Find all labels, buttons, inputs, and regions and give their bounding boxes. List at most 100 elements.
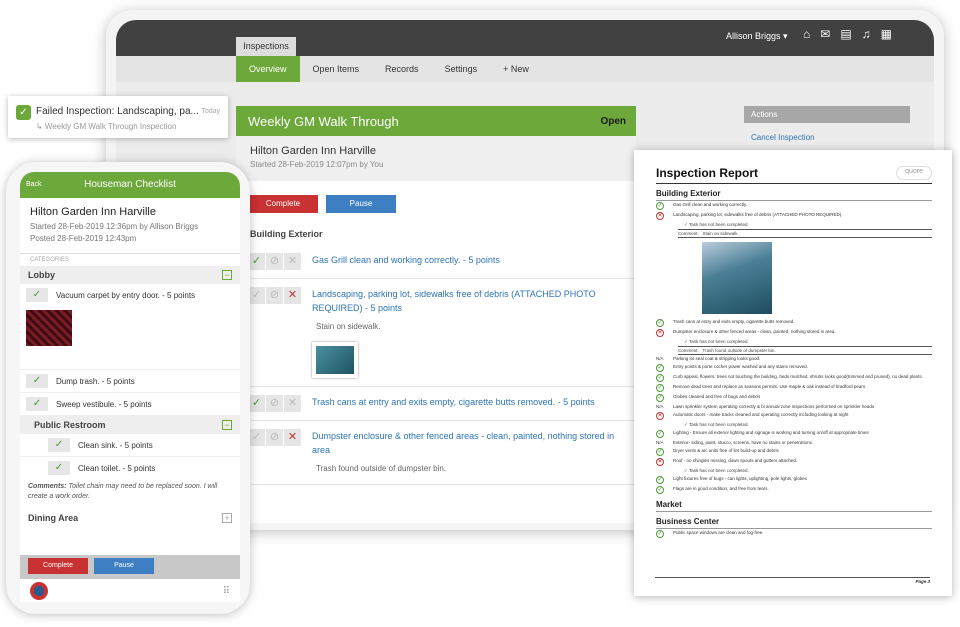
report-photo xyxy=(702,242,772,314)
mail-icon[interactable]: ✉ xyxy=(820,27,830,41)
report-rows-d: ✓ Lighting - Ensure all exterior lighting… xyxy=(656,429,932,467)
comment-label: Comments: xyxy=(28,483,67,490)
item-text: Sweep vestibule. - 5 points xyxy=(56,399,152,409)
pass-icon[interactable]: ✓ xyxy=(248,253,265,270)
fail-icon: ✕ xyxy=(656,212,664,220)
user-menu[interactable]: Allison Briggs ▾ xyxy=(726,31,788,42)
report-row-text: Roof - no shingles missing, down spouts … xyxy=(673,458,798,463)
nav-settings[interactable]: Settings xyxy=(432,64,491,74)
bell-icon[interactable]: ♫ xyxy=(862,27,871,41)
report-note: ✓ Task has not been completed. xyxy=(684,422,749,427)
fail-icon[interactable]: ✕ xyxy=(284,287,301,304)
comment-text: Trash found outside of dumpster bin. xyxy=(702,348,776,353)
grid-icon[interactable]: ▦ xyxy=(881,27,892,41)
check-icon[interactable]: ✓ xyxy=(26,374,48,388)
report-row-text: Globes cleaned and free of bugs and debr… xyxy=(673,394,761,399)
pass-icon[interactable]: ✓ xyxy=(248,395,265,412)
fail-icon[interactable]: ✕ xyxy=(284,253,301,270)
nav-records[interactable]: Records xyxy=(372,64,432,74)
fail-icon[interactable]: ✕ xyxy=(284,395,301,412)
started-text: Started 28-Feb-2019 12:36pm by Allison B… xyxy=(30,222,199,231)
nav-new[interactable]: + New xyxy=(490,64,542,74)
pause-button[interactable]: Pause xyxy=(94,558,154,574)
chat-icon[interactable]: ▤ xyxy=(840,27,851,41)
complete-button[interactable]: Complete xyxy=(248,195,318,213)
pass-icon: ✓ xyxy=(656,448,664,456)
check-icon[interactable]: ✓ xyxy=(26,397,48,411)
spacer xyxy=(20,350,240,370)
started-text: Started 28-Feb-2019 12:07pm by You xyxy=(250,160,384,169)
notification-subtitle: ↳ Weekly GM Walk Through Inspection xyxy=(36,122,177,131)
expand-icon[interactable]: + xyxy=(222,513,232,523)
category-lobby[interactable]: Lobby − xyxy=(20,266,240,284)
report-row-text: Dumpster enclosure & other fenced areas … xyxy=(673,329,836,334)
category-dining[interactable]: Dining Area + xyxy=(20,509,240,527)
report-rows-f: ✓ Public space windows are clean and fog-… xyxy=(656,529,932,539)
check-icon[interactable]: ✓ xyxy=(48,461,70,475)
check-icon[interactable]: ✓ xyxy=(48,438,70,452)
item-text[interactable]: Trash cans at entry and exits empty, cig… xyxy=(302,395,624,409)
inspection-report: Inspection Report quore Building Exterio… xyxy=(634,150,952,596)
carpet-photo[interactable] xyxy=(26,310,72,346)
tab-inspections[interactable]: Inspections xyxy=(236,37,296,56)
report-section: Market xyxy=(656,495,932,512)
categories-label: CATEGORIES xyxy=(20,253,240,266)
report-comment: Comment: Trash found outside of dumpster… xyxy=(678,346,932,355)
check-icon: ✓ xyxy=(16,105,31,120)
category-label: Public Restroom xyxy=(34,420,106,430)
item-text[interactable]: Landscaping, parking lot, sidewalks free… xyxy=(312,287,624,315)
cancel-inspection-link[interactable]: Cancel Inspection xyxy=(744,123,910,152)
report-row-text: Curb appeal, flowers, trees not touching… xyxy=(673,374,923,379)
na-icon[interactable]: ⊘ xyxy=(266,395,283,412)
notification-title: Failed Inspection: Landscaping, pa... xyxy=(36,106,199,117)
photo-thumbnail[interactable] xyxy=(312,342,358,378)
item-text[interactable]: Dumpster enclosure & other fenced areas … xyxy=(312,429,624,457)
report-row-text: Trash cans at entry and exits empty, cig… xyxy=(673,319,795,324)
fail-icon[interactable]: ✕ xyxy=(284,429,301,446)
pass-icon[interactable]: ✓ xyxy=(248,287,265,304)
na-icon[interactable]: ⊘ xyxy=(266,253,283,270)
grid-icon[interactable]: ⠿ xyxy=(223,586,230,597)
na-icon[interactable]: ⊘ xyxy=(266,287,283,304)
collapse-icon[interactable]: − xyxy=(222,420,232,430)
checklist-item: ✓ ⊘ ✕ Gas Grill clean and working correctl… xyxy=(236,245,636,279)
check-icon[interactable]: ✓ xyxy=(26,288,48,302)
report-row: ✓ Public space windows are clean and fog-… xyxy=(656,529,932,539)
app-logo-icon[interactable] xyxy=(30,582,48,600)
category-restroom[interactable]: Public Restroom − xyxy=(20,416,240,434)
notification-card[interactable]: ✓ Failed Inspection: Landscaping, pa... … xyxy=(8,96,228,138)
report-row: ✕ Dumpster enclosure & other fenced areas… xyxy=(656,328,932,338)
inspection-info: Hilton Garden Inn Harville Started 28-Fe… xyxy=(236,136,636,181)
report-row-text: Entry points & porte cocher power washed… xyxy=(673,364,808,369)
report-title: Inspection Report xyxy=(656,166,759,180)
item-text[interactable]: Gas Grill clean and working correctly. -… xyxy=(302,253,624,267)
meta: Started 28-Feb-2019 12:36pm by Allison B… xyxy=(30,221,230,245)
pause-button[interactable]: Pause xyxy=(326,195,396,213)
nav-open-items[interactable]: Open Items xyxy=(300,64,373,74)
item-text-block: Dumpster enclosure & other fenced areas … xyxy=(302,429,624,476)
report-row: N/A Exterior- siding, paint, stucco, scre… xyxy=(656,439,932,447)
report-row-text: Light fixtures free of bugs - can lights… xyxy=(673,476,807,481)
na-icon[interactable]: ⊘ xyxy=(266,429,283,446)
report-section: Building Exterior xyxy=(656,184,932,201)
report-row: ✕ Landscaping, parking lot, sidewalks fre… xyxy=(656,211,932,221)
pass-icon: ✓ xyxy=(656,364,664,372)
location-name: Hilton Garden Inn Harville xyxy=(30,206,156,218)
na-label: N/A xyxy=(656,356,664,361)
item-text: Clean toilet. - 5 points xyxy=(78,463,156,473)
phone-title: Houseman Checklist xyxy=(84,179,176,190)
nav-overview[interactable]: Overview xyxy=(236,56,300,82)
collapse-icon[interactable]: − xyxy=(222,270,232,280)
report-row-text: Gas Grill clean and working correctly. xyxy=(673,202,748,207)
fail-icon: ✕ xyxy=(656,412,664,420)
home-icon[interactable]: ⌂ xyxy=(803,27,810,41)
report-row-text: Remove dead trees and replace as seasons… xyxy=(673,384,866,389)
status-badge: Open xyxy=(600,115,626,127)
list-item: ✓ Vacuum carpet by entry door. - 5 point… xyxy=(20,284,240,306)
phone-button-bar: Complete Pause xyxy=(20,555,240,579)
complete-button[interactable]: Complete xyxy=(28,558,88,574)
report-rows-c: N/A Parking lot seal coat & stripping loo… xyxy=(656,355,932,421)
pass-icon[interactable]: ✓ xyxy=(248,429,265,446)
pass-icon: ✓ xyxy=(656,374,664,382)
comment-text: Stain on sidewalk. xyxy=(702,231,739,236)
